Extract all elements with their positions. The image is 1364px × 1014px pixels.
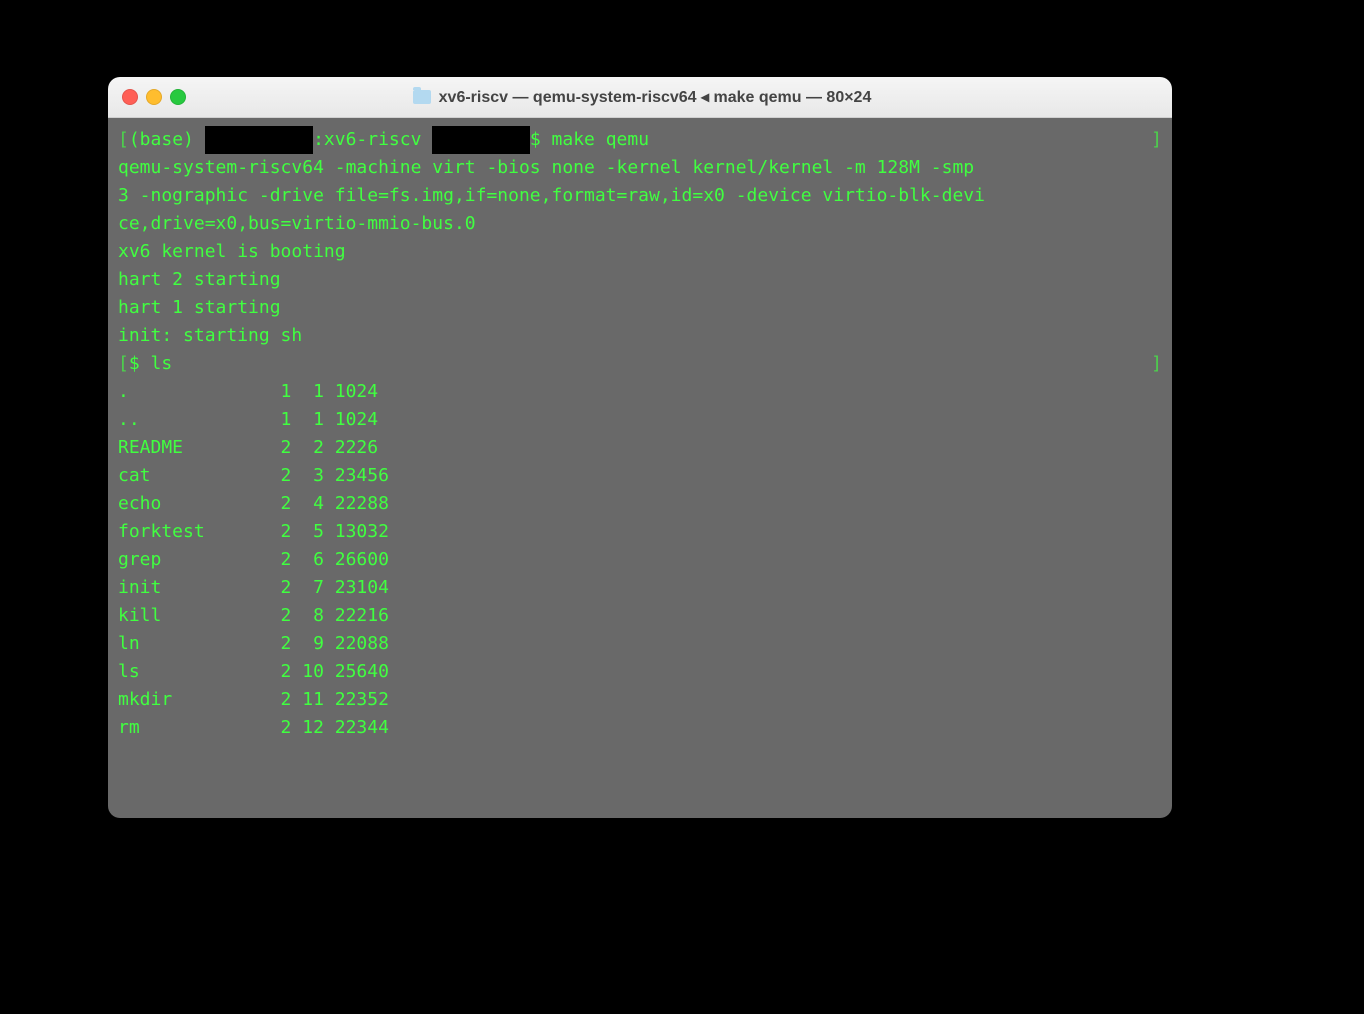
ls-row: README 2 2 2226 <box>118 434 1162 462</box>
close-button[interactable] <box>122 89 138 105</box>
hart1-msg: hart 1 starting <box>118 294 1162 322</box>
traffic-lights <box>122 89 186 105</box>
shell-cmd-ls: ls <box>151 353 173 374</box>
redacted-user <box>205 126 313 154</box>
ls-row: mkdir 2 11 22352 <box>118 686 1162 714</box>
left-bracket: [ <box>118 126 129 154</box>
ls-row: ls 2 10 25640 <box>118 658 1162 686</box>
prompt-prefix: (base) <box>129 129 205 150</box>
ls-row: kill 2 8 22216 <box>118 602 1162 630</box>
window-titlebar[interactable]: xv6-riscv — qemu-system-riscv64 ◂ make q… <box>108 77 1172 118</box>
right-bracket: ] <box>1151 126 1162 154</box>
folder-icon <box>413 90 431 104</box>
maximize-button[interactable] <box>170 89 186 105</box>
init-msg: init: starting sh <box>118 322 1162 350</box>
ls-row: forktest 2 5 13032 <box>118 518 1162 546</box>
ls-row: cat 2 3 23456 <box>118 462 1162 490</box>
shell-prompt-line: [$ ls] <box>118 350 1162 378</box>
command-make-qemu: make qemu <box>552 129 650 150</box>
terminal-body[interactable]: [(base) :xv6-riscv $ make qemu] qemu-sys… <box>108 118 1172 818</box>
ls-row: echo 2 4 22288 <box>118 490 1162 518</box>
output-qemu-3: ce,drive=x0,bus=virtio-mmio-bus.0 <box>118 210 1162 238</box>
ls-row: init 2 7 23104 <box>118 574 1162 602</box>
window-title: xv6-riscv — qemu-system-riscv64 ◂ make q… <box>439 87 872 107</box>
ls-row: grep 2 6 26600 <box>118 546 1162 574</box>
ls-row: ln 2 9 22088 <box>118 630 1162 658</box>
minimize-button[interactable] <box>146 89 162 105</box>
ls-row: rm 2 12 22344 <box>118 714 1162 742</box>
hart2-msg: hart 2 starting <box>118 266 1162 294</box>
output-qemu-2: 3 -nographic -drive file=fs.img,if=none,… <box>118 182 1162 210</box>
redacted-host <box>432 126 530 154</box>
right-bracket: ] <box>1151 350 1162 378</box>
output-qemu-1: qemu-system-riscv64 -machine virt -bios … <box>118 154 1162 182</box>
terminal-window: xv6-riscv — qemu-system-riscv64 ◂ make q… <box>108 77 1172 818</box>
left-bracket: [ <box>118 350 129 378</box>
prompt-symbol: $ <box>530 129 552 150</box>
prompt-line-1: [(base) :xv6-riscv $ make qemu] <box>118 126 1162 154</box>
boot-msg: xv6 kernel is booting <box>118 238 1162 266</box>
prompt-dir: :xv6-riscv <box>313 129 432 150</box>
ls-row: . 1 1 1024 <box>118 378 1162 406</box>
ls-row: .. 1 1 1024 <box>118 406 1162 434</box>
ls-output: . 1 1 1024.. 1 1 1024README 2 2 2226cat … <box>118 378 1162 742</box>
title-area: xv6-riscv — qemu-system-riscv64 ◂ make q… <box>186 87 1098 107</box>
shell-prompt: $ <box>129 353 151 374</box>
